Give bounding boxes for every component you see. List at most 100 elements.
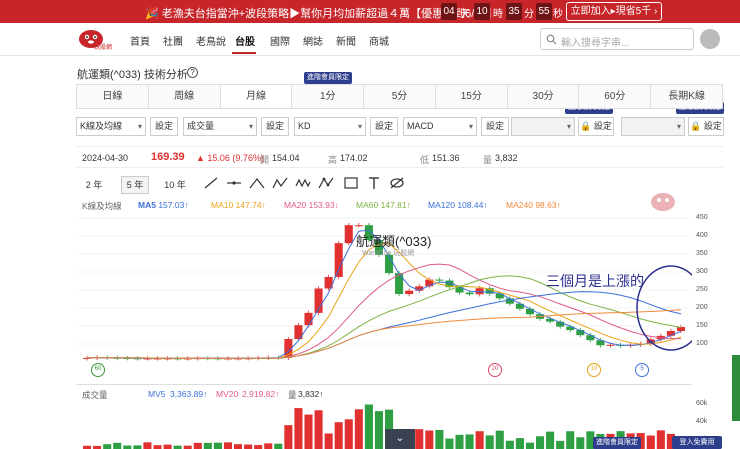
volume-bar [204, 443, 212, 449]
free-trial-button[interactable]: 登入免費用 [672, 436, 722, 449]
y-tick: 250 [696, 286, 708, 293]
nav-community[interactable]: 社團 [163, 33, 183, 48]
rectangle-tool-icon[interactable] [343, 176, 359, 190]
volume-bar [325, 433, 333, 449]
volume-select[interactable]: 成交量 [183, 117, 257, 136]
volume-bar [496, 431, 504, 449]
user-avatar[interactable] [700, 29, 720, 49]
volume-bar [576, 437, 584, 449]
tab-weekly[interactable]: 周線 [149, 85, 221, 108]
side-promo-tab[interactable] [732, 355, 740, 421]
range-5y[interactable]: 5 年 [121, 176, 149, 194]
chevron-down-icon: ⌄ [396, 433, 404, 444]
volume-bar [435, 430, 443, 449]
volume-bar [526, 443, 534, 449]
wave-tool-icon[interactable] [295, 176, 311, 190]
volume-bar [244, 445, 252, 449]
volume-bar [194, 443, 202, 449]
nav-home[interactable]: 首頁 [130, 33, 150, 48]
volume-bar [365, 405, 373, 449]
help-circle-icon[interactable]: ? [187, 67, 198, 78]
ma-line [87, 244, 681, 359]
y-tick: 450 [696, 214, 708, 221]
trend-line-tool-icon[interactable] [203, 176, 219, 190]
volume-bar [113, 443, 121, 449]
hide-drawings-icon[interactable] [389, 176, 405, 190]
legend-ma5[interactable]: MA5 157.03↑ [138, 200, 189, 210]
kd-select[interactable]: KD [294, 117, 366, 136]
legend-ma20[interactable]: MA20 153.93↓ [284, 200, 339, 210]
volume-bar [425, 430, 433, 449]
tab-60min[interactable]: 60分 [579, 85, 651, 108]
join-now-button[interactable]: 立即加入▸現省5千 › [566, 2, 662, 21]
locked-select-1[interactable] [511, 117, 575, 136]
low-label: 低 [420, 153, 429, 166]
macd-settings-button[interactable]: 設定 [481, 117, 509, 136]
ma20-value: 153.93↓ [309, 200, 339, 210]
y-tick: 400 [696, 232, 708, 239]
volume-bar [315, 410, 323, 449]
candle-body [516, 304, 524, 309]
y-tick: 150 [696, 322, 708, 329]
tab-daily[interactable]: 日線 [77, 85, 149, 108]
tab-5min[interactable]: 5分 [364, 85, 436, 108]
locked-settings-button[interactable]: 🔒 設定 [578, 117, 614, 136]
nav-blog[interactable]: 網誌 [303, 33, 323, 48]
promo-banner[interactable]: 🎉 老漁夫台指當沖+波段策略▶幫你月均加薪超過４萬【優惠只到6/13】 04 天… [0, 0, 740, 23]
tab-30min[interactable]: 30分 [508, 85, 580, 108]
range-10y[interactable]: 10 年 [161, 176, 189, 194]
zigzag-tool-icon[interactable] [272, 176, 288, 190]
tab-1min[interactable]: 1分 [292, 85, 364, 108]
macd-select[interactable]: MACD [403, 117, 477, 136]
search-placeholder: 輸入搜尋字串... [561, 34, 629, 49]
tab-long-term[interactable]: 長期K線 [651, 85, 722, 108]
tab-15min[interactable]: 15分 [436, 85, 508, 108]
ma5-cross-badge[interactable]: 5 [635, 363, 649, 377]
nav-tw-stocks[interactable]: 台股 [235, 33, 255, 48]
volume-bar [294, 408, 302, 449]
locked-settings-button[interactable]: 🔒 設定 [688, 117, 724, 136]
tab-monthly[interactable]: 月線 [221, 85, 293, 108]
ma10-label: MA10 [211, 200, 233, 210]
countdown-days-unit: 天 [460, 5, 470, 20]
kline-settings-button[interactable]: 設定 [150, 117, 178, 136]
page-title: 航運類(^033) 技術分析 [77, 66, 188, 82]
fibonacci-tool-icon[interactable] [318, 176, 334, 190]
legend-ma10[interactable]: MA10 147.74↑ [211, 200, 266, 210]
nav-international[interactable]: 國際 [270, 33, 290, 48]
ma60-label: MA60 [356, 200, 378, 210]
volume-bar [556, 441, 564, 449]
volume-bar [345, 419, 353, 449]
search-input[interactable]: 輸入搜尋字串... [540, 28, 694, 50]
candle-body [304, 313, 312, 325]
scroll-down-button[interactable]: ⌄ [385, 429, 415, 449]
logo-text: 玩股網 [94, 42, 112, 51]
nav-store[interactable]: 商城 [369, 33, 389, 48]
period-tabs: 日線 周線 月線 1分 5分 15分 30分 60分 長期K線 [76, 84, 723, 109]
legend-ma60[interactable]: MA60 147.81↑ [356, 200, 411, 210]
search-icon[interactable] [546, 34, 557, 45]
countdown-hours-unit: 時 [493, 5, 503, 20]
ma60-cross-badge[interactable]: 60 [91, 363, 105, 377]
volume-bar [304, 415, 312, 449]
volume-settings-button[interactable]: 設定 [261, 117, 289, 136]
horizontal-line-tool-icon[interactable] [226, 176, 242, 190]
nav-veterans[interactable]: 老鳥說 [196, 33, 226, 48]
ma120-label: MA120 [428, 200, 455, 210]
legend-ma120[interactable]: MA120 108.44↑ [428, 200, 488, 210]
kline-select[interactable]: K線及均線 [76, 117, 146, 136]
top-navbar: 玩股網 首頁 社團 老鳥說 台股 國際 網誌 新聞 商城 輸入搜尋字串... [0, 23, 740, 56]
ma20-cross-badge[interactable]: 20 [488, 363, 502, 377]
angle-tool-icon[interactable] [249, 176, 265, 190]
countdown-seconds: 55 [536, 3, 552, 20]
quote-open: 154.04 [272, 153, 300, 163]
range-2y[interactable]: 2 年 [80, 176, 108, 194]
legend-ma240[interactable]: MA240 98.63↑ [506, 200, 561, 210]
locked-select-2[interactable] [621, 117, 685, 136]
kd-settings-button[interactable]: 設定 [370, 117, 398, 136]
text-tool-icon[interactable] [366, 176, 382, 190]
nav-news[interactable]: 新聞 [336, 33, 356, 48]
volume-bar [415, 429, 423, 449]
ma10-cross-badge[interactable]: 10 [587, 363, 601, 377]
countdown-seconds-unit: 秒 [553, 5, 563, 20]
